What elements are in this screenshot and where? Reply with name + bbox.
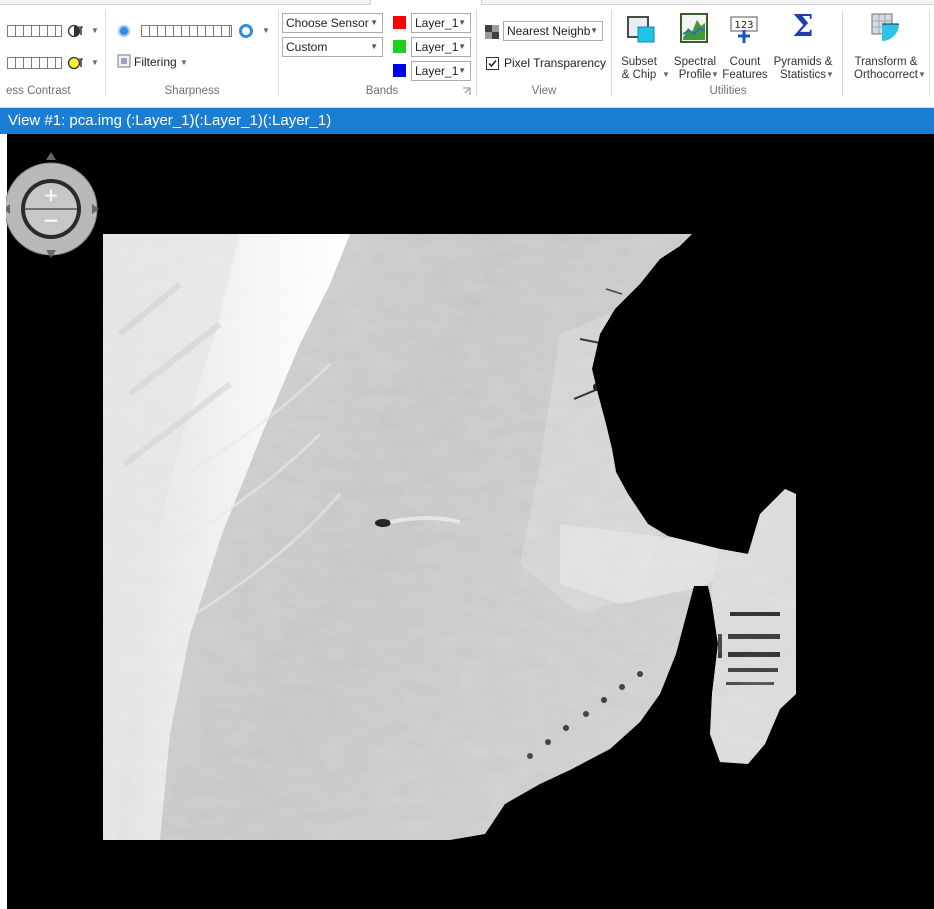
sensor-select[interactable]: Choose Sensor ▼: [282, 13, 383, 33]
chevron-down-icon: ▼: [458, 66, 466, 75]
blue-band-select[interactable]: Layer_1 ▼: [411, 61, 471, 81]
resampling-value: Nearest Neighb: [507, 24, 591, 38]
svg-text:123: 123: [734, 20, 753, 31]
ribbon: ▼ ▼ ess Contrast ▼ Filtering ▼ Sharpness…: [0, 0, 934, 108]
pyramids-label-1: Pyramids &: [773, 56, 833, 68]
chevron-down-icon: ▼: [590, 26, 598, 35]
view-title-bar[interactable]: View #1: pca.img (:Layer_1)(:Layer_1)(:L…: [0, 108, 934, 134]
raster-image[interactable]: [0, 134, 934, 909]
navigation-control[interactable]: + −: [6, 149, 102, 261]
group-label-utilities: Utilities: [709, 85, 747, 97]
zoom-out-icon[interactable]: −: [43, 208, 60, 232]
resampling-select[interactable]: Nearest Neighb ▼: [503, 21, 603, 41]
group-separator: [842, 10, 843, 96]
sharpness-slider[interactable]: [141, 25, 232, 37]
pyramids-caret[interactable]: ▼: [826, 70, 834, 79]
group-separator: [278, 10, 279, 96]
checkmark-icon: [488, 60, 497, 68]
brightness-slider[interactable]: [7, 57, 62, 69]
blue-band-value: Layer_1: [415, 64, 459, 78]
subset-chip-button[interactable]: Subset & Chip: [614, 14, 664, 84]
count-features-button[interactable]: 123 Count Features: [719, 14, 771, 84]
sensor-select-value: Choose Sensor: [286, 16, 369, 30]
subset-label-1: Subset: [621, 56, 657, 68]
group-label-contrast: ess Contrast: [6, 85, 71, 97]
zoom-in-icon[interactable]: +: [43, 185, 58, 206]
filter-icon[interactable]: [117, 54, 131, 68]
blue-band-swatch: [393, 64, 406, 77]
svg-text:−: −: [43, 208, 60, 232]
transform-caret[interactable]: ▼: [918, 70, 926, 79]
svg-text:+: +: [43, 185, 58, 206]
group-label-view: View: [531, 85, 557, 97]
group-label-bands: Bands: [365, 85, 399, 97]
group-separator: [929, 10, 930, 96]
count-label-1: Count: [729, 56, 761, 68]
sharpness-high-icon[interactable]: [238, 23, 254, 39]
filtering-button[interactable]: Filtering: [134, 55, 177, 69]
green-band-swatch: [393, 40, 406, 53]
red-band-value: Layer_1: [415, 16, 459, 30]
resampling-icon: [485, 25, 499, 39]
spectral-label-1: Spectral: [673, 56, 717, 68]
transform-orthocorrect-button[interactable]: Transform & Orthocorrect: [846, 13, 926, 84]
group-separator: [611, 10, 612, 96]
filtering-caret[interactable]: ▼: [180, 58, 188, 67]
spectral-caret[interactable]: ▼: [711, 70, 719, 79]
pan-up-icon[interactable]: [46, 152, 56, 160]
subset-chip-icon: [627, 16, 655, 43]
count-features-icon: 123: [730, 16, 758, 43]
dialog-launcher-icon[interactable]: [462, 87, 471, 96]
transform-label-2: Orthocorrect: [854, 69, 918, 81]
contrast-caret[interactable]: ▼: [91, 26, 99, 35]
chevron-down-icon: ▼: [370, 42, 378, 51]
raster-content: [103, 234, 796, 840]
preset-select-value: Custom: [286, 40, 328, 54]
view-title: View #1: pca.img (:Layer_1)(:Layer_1)(:L…: [8, 112, 332, 129]
chevron-down-icon: ▼: [458, 42, 466, 51]
contrast-icon[interactable]: [66, 22, 84, 40]
chevron-down-icon: ▼: [458, 18, 466, 27]
pixel-transparency-label[interactable]: Pixel Transparency: [504, 56, 606, 70]
group-label-sharpness: Sharpness: [164, 85, 220, 97]
spectral-profile-icon: [680, 13, 708, 43]
count-label-2: Features: [722, 69, 768, 81]
green-band-value: Layer_1: [415, 40, 459, 54]
green-band-select[interactable]: Layer_1 ▼: [411, 37, 471, 57]
group-separator: [105, 10, 106, 96]
red-band-select[interactable]: Layer_1 ▼: [411, 13, 471, 33]
contrast-slider[interactable]: [7, 25, 62, 37]
red-band-swatch: [393, 16, 406, 29]
sigma-icon: Σ: [792, 9, 814, 44]
brightness-icon[interactable]: [66, 54, 84, 72]
chevron-down-icon: ▼: [370, 18, 378, 27]
transform-orthocorrect-icon: [871, 13, 899, 41]
preset-select[interactable]: Custom ▼: [282, 37, 383, 57]
active-tab-edge: [370, 0, 482, 5]
sharpness-caret[interactable]: ▼: [262, 26, 270, 35]
map-view[interactable]: [0, 134, 934, 909]
brightness-caret[interactable]: ▼: [91, 58, 99, 67]
pixel-transparency-checkbox[interactable]: [486, 57, 499, 70]
sharpness-low-icon[interactable]: [117, 24, 131, 38]
transform-label-1: Transform &: [854, 56, 918, 68]
group-separator: [476, 10, 477, 96]
subset-label-2: & Chip: [621, 69, 657, 81]
